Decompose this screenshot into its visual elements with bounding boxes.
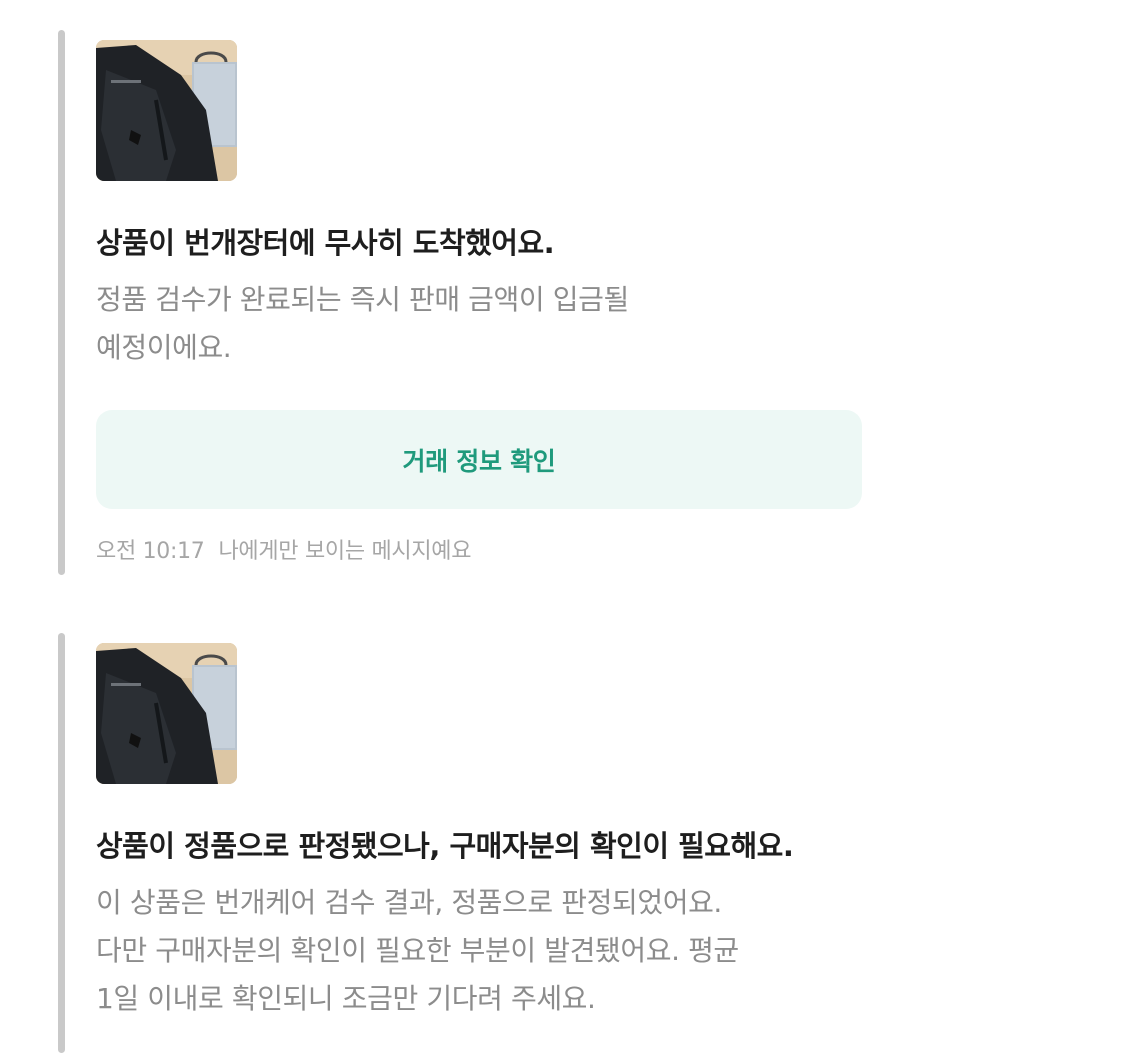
message-body-line: 예정이에요.: [96, 331, 232, 364]
product-thumbnail[interactable]: [96, 643, 237, 784]
view-transaction-button[interactable]: 거래 정보 확인: [96, 410, 862, 509]
product-photo-icon: [96, 643, 237, 784]
system-message: 상품이 번개장터에 무사히 도착했어요. 정품 검수가 완료되는 즉시 판매 금…: [58, 30, 958, 575]
message-body: 정품 검수가 완료되는 즉시 판매 금액이 입금될 예정이에요.: [96, 276, 629, 372]
message-title: 상품이 정품으로 판정됐으나, 구매자분의 확인이 필요해요.: [96, 829, 794, 863]
message-body-line: 이 상품은 번개케어 검수 결과, 정품으로 판정되었어요.: [96, 886, 722, 919]
message-body-line: 1일 이내로 확인되니 조금만 기다려 주세요.: [96, 982, 596, 1015]
message-timestamp: 오전 10:17: [96, 539, 205, 564]
message-accent-bar: [58, 633, 65, 1053]
view-transaction-label: 거래 정보 확인: [402, 446, 556, 476]
message-body: 이 상품은 번개케어 검수 결과, 정품으로 판정되었어요. 다만 구매자분의 …: [96, 879, 739, 1023]
message-accent-bar: [58, 30, 65, 575]
system-message: 상품이 정품으로 판정됐으나, 구매자분의 확인이 필요해요. 이 상품은 번개…: [58, 633, 958, 1053]
product-photo-icon: [96, 40, 237, 181]
message-title: 상품이 번개장터에 무사히 도착했어요.: [96, 226, 555, 260]
message-body-line: 정품 검수가 완료되는 즉시 판매 금액이 입금될: [96, 283, 629, 316]
visibility-note: 나에게만 보이는 메시지예요: [218, 539, 472, 564]
product-thumbnail[interactable]: [96, 40, 237, 181]
message-meta: 오전 10:17 나에게만 보이는 메시지예요: [96, 533, 471, 565]
message-body-line: 다만 구매자분의 확인이 필요한 부분이 발견됐어요. 평균: [96, 934, 739, 967]
